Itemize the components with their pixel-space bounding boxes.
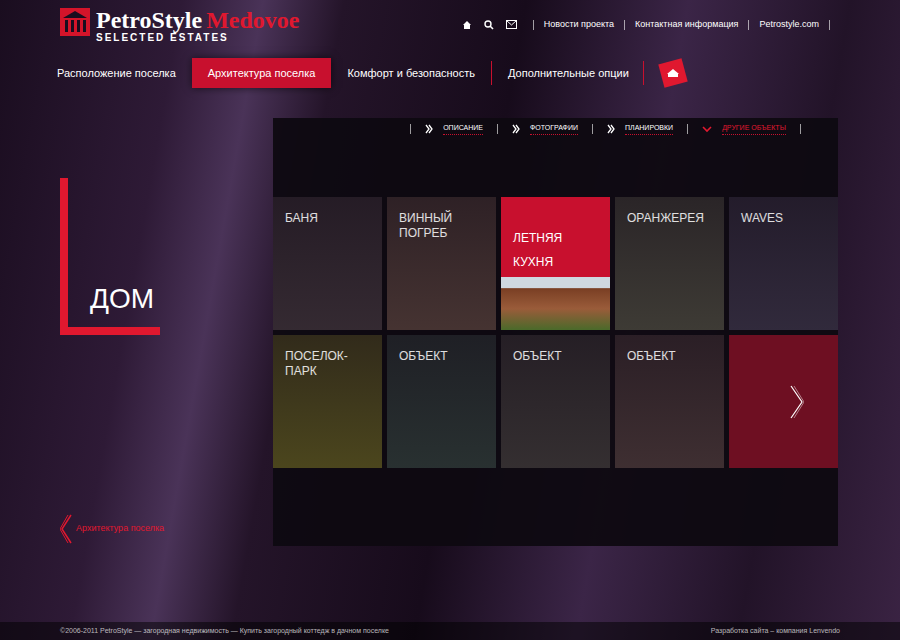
content: ДОМ Архитектура поселка ОПИСАНИЕ ФОТОГРАФИИ… xyxy=(0,118,900,546)
separator xyxy=(491,61,492,85)
object-tile[interactable]: БАНЯ xyxy=(273,197,382,330)
home-icon[interactable] xyxy=(462,20,472,30)
tile-label: ОБЪЕКТ xyxy=(399,349,484,364)
logo[interactable]: PetroStyleMedovoeSELECTED ESTATES xyxy=(60,6,300,43)
footer: ©2006-2011 PetroStyle — загородная недви… xyxy=(0,622,900,640)
separator xyxy=(592,124,593,134)
separator xyxy=(687,124,688,134)
top-link[interactable]: Новости проекта xyxy=(544,18,614,32)
tile-label: ПОСЕЛОК-ПАРК xyxy=(285,349,370,379)
page-title: ДОМ xyxy=(90,285,154,313)
tile-label: ЛЕТНЯЯ КУХНЯ xyxy=(513,231,562,269)
top-link[interactable]: Petrostyle.com xyxy=(759,18,819,32)
chevron-right-icon xyxy=(425,124,433,134)
back-link[interactable]: Архитектура поселка xyxy=(60,514,273,544)
object-tile[interactable]: ВИННЫЙ ПОГРЕБ xyxy=(387,197,496,330)
chevron-down-icon xyxy=(702,126,712,133)
top-link[interactable]: Контактная информация xyxy=(635,18,738,32)
tile-label: WAVES xyxy=(741,211,826,226)
building-icon xyxy=(60,8,90,36)
footer-developer[interactable]: Разработка сайта – компания Lenvendo xyxy=(711,626,840,637)
logo-place: Medovoe xyxy=(206,8,299,32)
logo-name: PetroStyle xyxy=(96,8,202,32)
arrow-right-icon xyxy=(790,385,804,419)
villa-badge-icon[interactable] xyxy=(658,58,688,88)
separator xyxy=(829,20,830,30)
object-tile[interactable]: ОБЪЕКТ xyxy=(501,335,610,468)
separator xyxy=(497,124,498,134)
separator xyxy=(624,20,625,30)
nav-item[interactable]: Расположение поселка xyxy=(57,65,176,82)
nav-item[interactable]: Комфорт и безопасность xyxy=(347,65,475,82)
object-tile[interactable]: ОРАНЖЕРЕЯ xyxy=(615,197,724,330)
objects-panel: ОПИСАНИЕ ФОТОГРАФИИ ПЛАНИРОВКИ ДРУГИЕ ОБЪЕК… xyxy=(273,118,838,546)
sub-tab[interactable]: ОПИСАНИЕ xyxy=(419,123,489,135)
mail-icon[interactable] xyxy=(506,20,517,29)
separator xyxy=(643,61,644,85)
tile-label: ОБЪЕКТ xyxy=(627,349,712,364)
tile-label: ВИННЫЙ ПОГРЕБ xyxy=(399,211,484,241)
sub-tab[interactable]: ФОТОГРАФИИ xyxy=(506,123,584,135)
separator xyxy=(410,124,411,134)
next-tile[interactable] xyxy=(729,335,838,468)
separator xyxy=(533,20,534,30)
tile-label: ОРАНЖЕРЕЯ xyxy=(627,211,712,226)
arrow-left-icon xyxy=(60,514,72,544)
top-links: Новости проекта Контактная информация Petr… xyxy=(456,6,840,32)
search-icon[interactable] xyxy=(484,20,494,30)
header: PetroStyleMedovoeSELECTED ESTATES Новости… xyxy=(0,0,900,43)
footer-copyright: ©2006-2011 PetroStyle — загородная недви… xyxy=(60,626,389,637)
main-nav: Расположение поселка Архитектура поселка К… xyxy=(0,58,900,88)
logo-tagline: SELECTED ESTATES xyxy=(96,33,300,43)
tile-label: БАНЯ xyxy=(285,211,370,226)
object-tile[interactable]: ПОСЕЛОК-ПАРК xyxy=(273,335,382,468)
chevron-right-icon xyxy=(512,124,520,134)
sub-tab[interactable]: ДРУГИЕ ОБЪЕКТЫ xyxy=(696,123,792,135)
tile-label: ОБЪЕКТ xyxy=(513,349,598,364)
chevron-right-icon xyxy=(607,124,615,134)
tiles-grid: БАНЯ ВИННЫЙ ПОГРЕБ ЛЕТНЯЯ КУХНЯ ОРАНЖЕРЕЯ WA… xyxy=(273,197,838,468)
nav-item[interactable]: Дополнительные опции xyxy=(508,65,629,82)
separator xyxy=(748,20,749,30)
page: PetroStyleMedovoeSELECTED ESTATES Новости… xyxy=(0,0,900,640)
separator xyxy=(800,124,801,134)
object-tile[interactable]: WAVES xyxy=(729,197,838,330)
object-tile[interactable]: ОБЪЕКТ xyxy=(387,335,496,468)
nav-item[interactable]: Архитектура поселка xyxy=(192,58,332,89)
sub-tab[interactable]: ПЛАНИРОВКИ xyxy=(601,123,679,135)
object-tile[interactable]: ЛЕТНЯЯ КУХНЯ xyxy=(501,197,610,330)
sub-tabs: ОПИСАНИЕ ФОТОГРАФИИ ПЛАНИРОВКИ ДРУГИЕ ОБЪЕК… xyxy=(273,118,838,140)
left-column: ДОМ Архитектура поселка xyxy=(0,118,273,546)
tile-photo xyxy=(501,277,610,330)
object-tile[interactable]: ОБЪЕКТ xyxy=(615,335,724,468)
page-title-bracket: ДОМ xyxy=(60,178,160,335)
